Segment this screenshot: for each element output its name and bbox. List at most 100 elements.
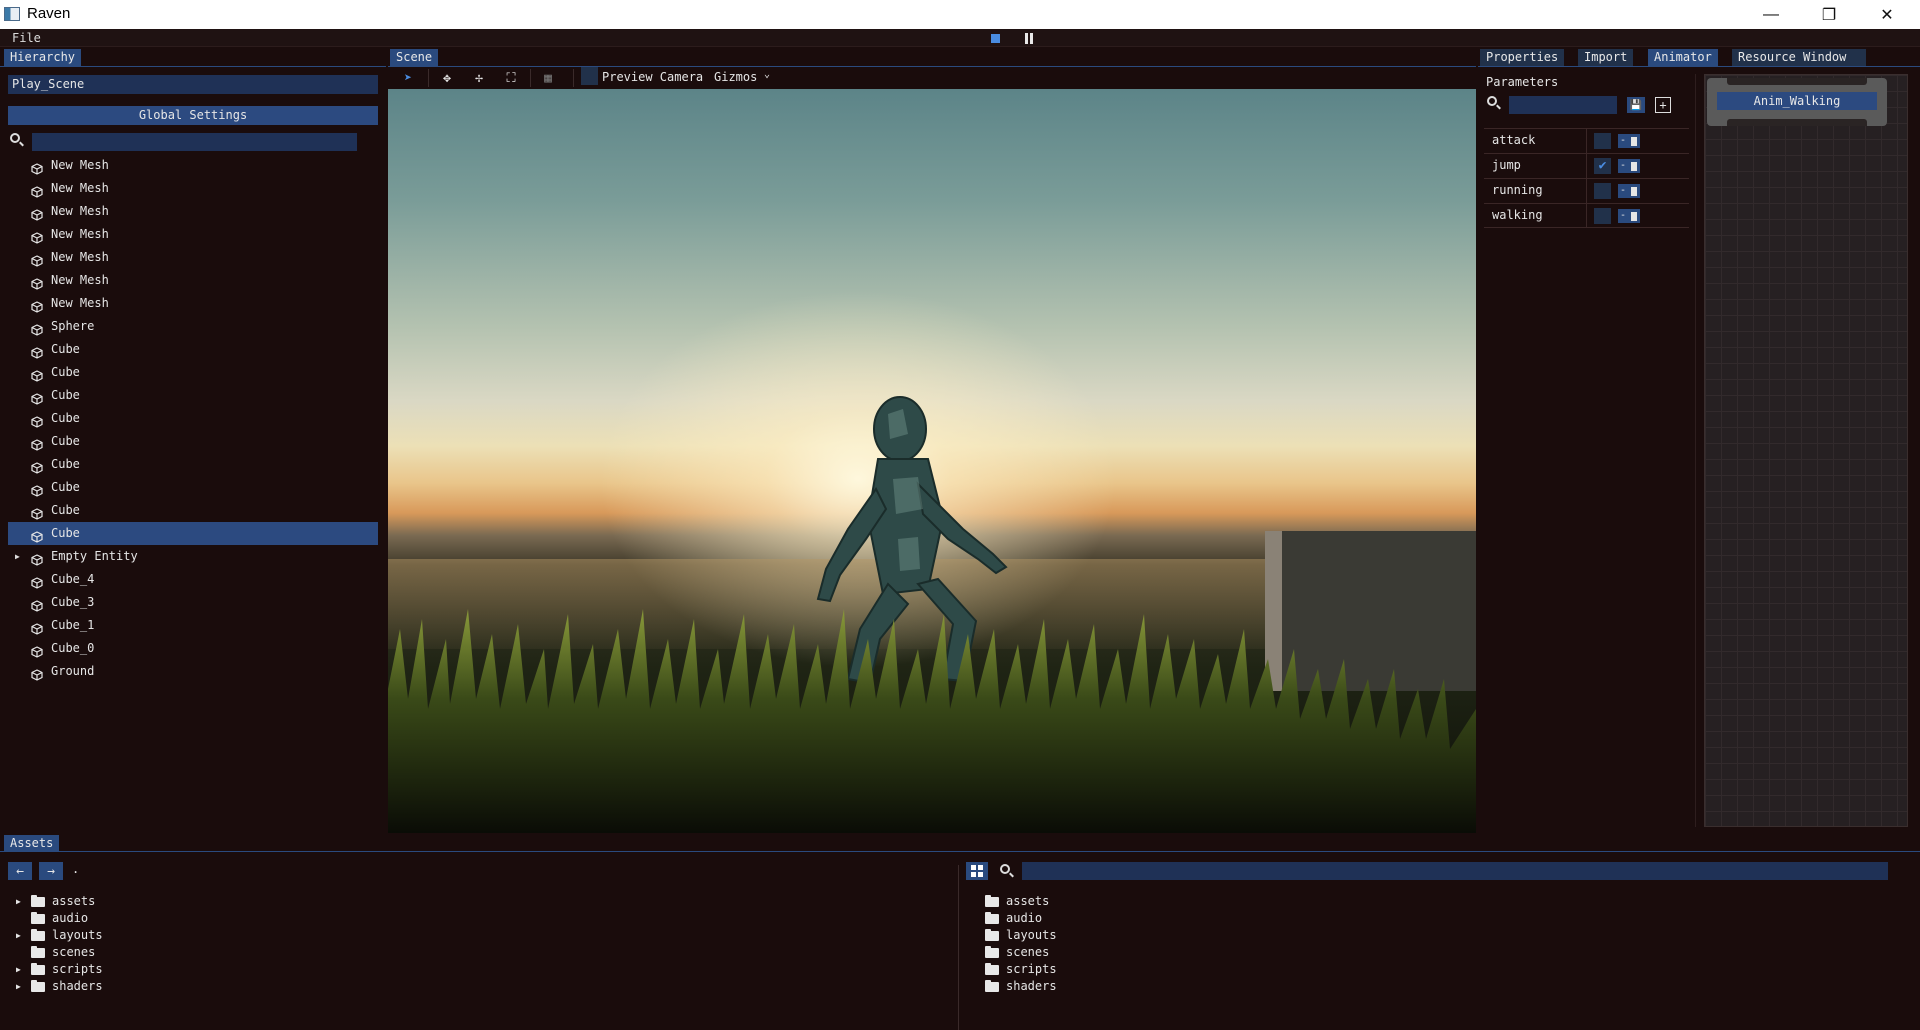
tab-scene[interactable]: Scene [390, 49, 439, 66]
hierarchy-item[interactable]: New Mesh [8, 269, 378, 292]
cube-icon [31, 551, 43, 566]
trash-icon[interactable] [1628, 159, 1640, 173]
tab-import[interactable]: Import [1578, 49, 1634, 66]
pause-icon[interactable] [1024, 33, 1034, 44]
trash-icon[interactable] [1628, 184, 1640, 198]
minus-icon[interactable]: - [1618, 134, 1628, 148]
node-output-pin[interactable] [1727, 119, 1867, 126]
folder-item[interactable]: ▶ shaders [8, 978, 308, 995]
animation-state-node[interactable]: Anim_Walking [1707, 78, 1887, 126]
scale-icon[interactable]: ⛶ [503, 70, 519, 86]
hierarchy-item[interactable]: Cube_3 [8, 591, 378, 614]
expand-arrow-icon[interactable]: ▶ [15, 545, 20, 568]
tab-animator[interactable]: Animator [1648, 49, 1718, 66]
parameter-search-input[interactable] [1509, 96, 1617, 114]
hierarchy-item[interactable]: Cube [8, 384, 378, 407]
folder-item[interactable]: audio [8, 910, 308, 927]
hierarchy-item[interactable]: New Mesh [8, 246, 378, 269]
asset-search-input[interactable] [1022, 862, 1888, 880]
hierarchy-item[interactable]: New Mesh [8, 223, 378, 246]
tab-properties[interactable]: Properties [1480, 49, 1565, 66]
add-parameter-icon[interactable]: + [1655, 97, 1671, 113]
menu-file[interactable]: File [12, 31, 41, 45]
scene-name-field[interactable]: Play_Scene [8, 75, 378, 94]
hierarchy-search-input[interactable] [32, 133, 357, 151]
expand-arrow-icon[interactable]: ▶ [16, 893, 21, 910]
asset-pane-divider[interactable] [958, 865, 959, 1030]
animator-graph[interactable] [1704, 74, 1908, 827]
back-arrow-icon[interactable]: ← [8, 862, 32, 880]
folder-item[interactable]: ▶ assets [8, 893, 308, 910]
hierarchy-item[interactable]: Cube [8, 430, 378, 453]
folder-item[interactable]: ▶ scripts [8, 961, 308, 978]
tab-resource-window[interactable]: Resource Window [1732, 49, 1866, 66]
hierarchy-item[interactable]: Ground [8, 660, 378, 683]
folder-item[interactable]: audio [962, 910, 1262, 927]
folder-item[interactable]: scripts [962, 961, 1262, 978]
folder-item[interactable]: scenes [8, 944, 308, 961]
folder-item[interactable]: scenes [962, 944, 1262, 961]
hierarchy-item[interactable]: Cube [8, 338, 378, 361]
gizmos-dropdown[interactable]: Gizmos [714, 70, 757, 84]
folder-label: assets [1006, 894, 1050, 908]
hierarchy-item[interactable]: ▶ Empty Entity [8, 545, 378, 568]
minus-icon[interactable]: - [1618, 209, 1628, 223]
close-button[interactable]: ✕ [1858, 0, 1916, 29]
parameter-checkbox[interactable]: ✔ [1594, 158, 1611, 174]
stop-icon[interactable] [991, 34, 1000, 43]
folder-item[interactable]: layouts [962, 927, 1262, 944]
hierarchy-item[interactable]: New Mesh [8, 177, 378, 200]
parameter-checkbox[interactable] [1594, 183, 1611, 199]
grid-view-icon[interactable] [966, 862, 988, 880]
hierarchy-item[interactable]: Cube [8, 476, 378, 499]
hierarchy-item[interactable]: Sphere [8, 315, 378, 338]
grid-icon[interactable]: ▦ [540, 70, 556, 86]
chevron-down-icon[interactable]: ⌄ [764, 69, 770, 80]
asset-folder-tree: ▶ assets audio ▶ layouts scenes ▶ scripts ▶ shade… [8, 893, 308, 995]
folder-icon [31, 963, 45, 975]
rotate-icon[interactable]: ✢ [471, 70, 487, 86]
parameter-checkbox[interactable] [1594, 208, 1611, 224]
save-icon[interactable]: 💾 [1627, 97, 1645, 113]
parameter-name[interactable]: running [1492, 183, 1543, 197]
hierarchy-item[interactable]: New Mesh [8, 154, 378, 177]
minus-icon[interactable]: - [1618, 184, 1628, 198]
parameter-name[interactable]: walking [1492, 208, 1543, 222]
move-icon[interactable]: ✥ [439, 70, 455, 86]
folder-item[interactable]: assets [962, 893, 1262, 910]
hierarchy-item[interactable]: Cube [8, 522, 378, 545]
expand-arrow-icon[interactable]: ▶ [16, 961, 21, 978]
forward-arrow-icon[interactable]: → [39, 862, 63, 880]
expand-arrow-icon[interactable]: ▶ [16, 927, 21, 944]
expand-arrow-icon[interactable]: ▶ [16, 978, 21, 995]
global-settings-button[interactable]: Global Settings [8, 106, 378, 125]
cube-icon [31, 666, 43, 681]
maximize-button[interactable]: ❐ [1800, 0, 1858, 29]
tab-assets[interactable]: Assets [4, 835, 60, 852]
trash-icon[interactable] [1628, 134, 1640, 148]
scene-viewport[interactable] [388, 89, 1476, 833]
minus-icon[interactable]: - [1618, 159, 1628, 173]
parameter-checkbox[interactable] [1594, 133, 1611, 149]
minimize-button[interactable]: — [1742, 0, 1800, 29]
hierarchy-item[interactable]: Cube [8, 499, 378, 522]
node-input-pin[interactable] [1727, 78, 1867, 85]
hierarchy-item[interactable]: New Mesh [8, 200, 378, 223]
parameter-row: walking - [1484, 203, 1689, 228]
trash-icon[interactable] [1628, 209, 1640, 223]
hierarchy-item[interactable]: Cube [8, 453, 378, 476]
folder-item[interactable]: ▶ layouts [8, 927, 308, 944]
hierarchy-item[interactable]: Cube_4 [8, 568, 378, 591]
folder-icon [31, 912, 45, 924]
folder-item[interactable]: shaders [962, 978, 1262, 995]
hierarchy-item[interactable]: Cube [8, 407, 378, 430]
hierarchy-item[interactable]: Cube_1 [8, 614, 378, 637]
parameter-name[interactable]: attack [1492, 133, 1535, 147]
preview-camera-checkbox[interactable] [581, 67, 598, 85]
hierarchy-item[interactable]: Cube [8, 361, 378, 384]
parameter-name[interactable]: jump [1492, 158, 1521, 172]
hierarchy-item[interactable]: Cube_0 [8, 637, 378, 660]
tab-hierarchy[interactable]: Hierarchy [4, 49, 82, 66]
pointer-icon[interactable]: ➤ [400, 70, 416, 86]
hierarchy-item[interactable]: New Mesh [8, 292, 378, 315]
